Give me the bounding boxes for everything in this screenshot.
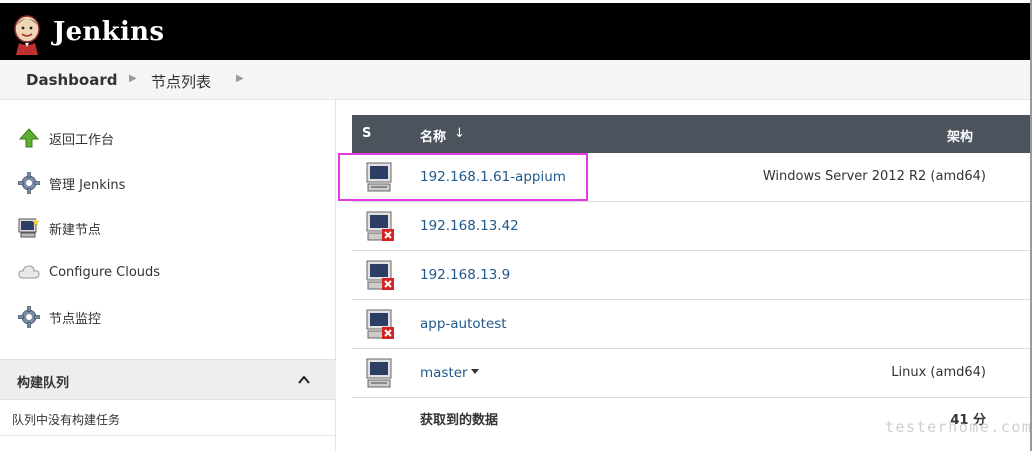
- task-label: Configure Clouds: [49, 264, 161, 280]
- dropdown-caret-icon[interactable]: [470, 369, 479, 374]
- task-configure-clouds[interactable]: Configure Clouds: [18, 259, 160, 285]
- task-new-node[interactable]: 新建节点: [18, 215, 101, 241]
- sidebar: 返回工作台 管理 Jenkins 新建节点 Configure Clouds 节…: [0, 100, 336, 451]
- table-row: 192.168.13.9: [352, 251, 1032, 300]
- task-label: 管理 Jenkins: [49, 177, 126, 193]
- task-label: 返回工作台: [49, 132, 115, 148]
- task-label: 新建节点: [49, 222, 102, 238]
- build-queue-header[interactable]: 构建队列: [0, 359, 336, 400]
- new-computer-icon: [18, 217, 40, 239]
- breadcrumb-separator-icon[interactable]: ▶: [129, 73, 137, 84]
- jenkins-logo-icon[interactable]: [12, 11, 42, 55]
- gear-icon: [18, 306, 40, 328]
- top-header: Jenkins: [0, 0, 1032, 60]
- breadcrumb: Dashboard ▶ 节点列表 ▶: [0, 60, 1032, 100]
- column-arch-header[interactable]: 架构: [947, 126, 973, 145]
- node-name[interactable]: master: [420, 365, 468, 381]
- breadcrumb-dashboard[interactable]: Dashboard: [26, 71, 117, 89]
- divider: [0, 435, 336, 436]
- offline-computer-icon: [366, 260, 394, 290]
- build-queue-empty: 队列中没有构建任务: [12, 413, 121, 427]
- table-row: app-autotest: [352, 300, 1032, 349]
- breadcrumb-node-list[interactable]: 节点列表: [151, 71, 211, 92]
- breadcrumb-separator-icon[interactable]: ▶: [236, 73, 244, 84]
- column-name-header[interactable]: 名称: [420, 126, 446, 145]
- table-header: S 名称 ↓ 架构: [352, 115, 1032, 153]
- table-row: master Linux (amd64): [352, 349, 1032, 398]
- table-row: 192.168.13.42: [352, 202, 1032, 251]
- gear-icon: [18, 172, 40, 194]
- build-queue-title: 构建队列: [17, 376, 70, 391]
- cloud-icon: [18, 261, 40, 283]
- column-status-header[interactable]: S: [362, 126, 371, 141]
- summary-label: 获取到的数据: [420, 413, 499, 428]
- node-link-master[interactable]: master: [420, 365, 479, 381]
- node-link[interactable]: 192.168.13.42: [420, 218, 519, 234]
- jenkins-brand[interactable]: Jenkins: [53, 17, 164, 47]
- node-arch: Linux (amd64): [891, 365, 986, 380]
- chevron-up-icon[interactable]: [297, 373, 311, 387]
- task-manage-jenkins[interactable]: 管理 Jenkins: [18, 170, 125, 196]
- task-label: 节点监控: [49, 311, 102, 327]
- node-link[interactable]: 192.168.13.9: [420, 267, 510, 283]
- computer-icon: [366, 358, 392, 388]
- highlight-box: [338, 153, 588, 201]
- node-arch: Windows Server 2012 R2 (amd64): [762, 169, 986, 184]
- up-arrow-icon: [18, 127, 40, 149]
- watermark: testerhome.com: [885, 418, 1032, 436]
- node-link[interactable]: app-autotest: [420, 316, 507, 332]
- offline-computer-icon: [366, 211, 394, 241]
- task-back-to-dashboard[interactable]: 返回工作台: [18, 125, 114, 151]
- sort-arrow-icon[interactable]: ↓: [454, 126, 465, 141]
- task-node-monitoring[interactable]: 节点监控: [18, 304, 101, 330]
- offline-computer-icon: [366, 309, 394, 339]
